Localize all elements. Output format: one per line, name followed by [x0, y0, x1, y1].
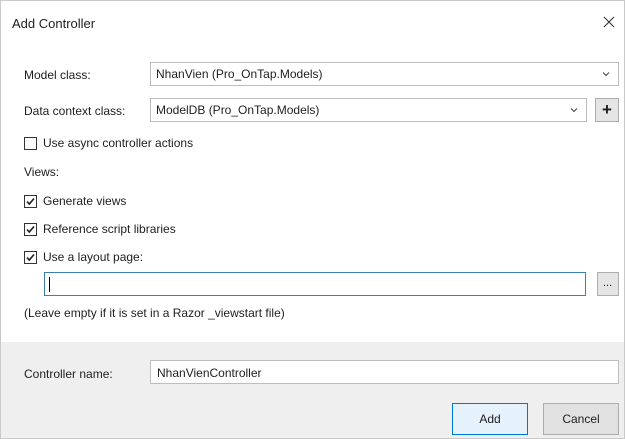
generate-views-option[interactable]: Generate views	[24, 193, 126, 209]
use-layout-label: Use a layout page:	[43, 250, 144, 264]
browse-layout-button[interactable]: ...	[597, 272, 619, 296]
cancel-button[interactable]: Cancel	[543, 403, 619, 435]
chevron-down-icon	[602, 72, 610, 77]
checkmark-icon	[26, 225, 35, 233]
model-class-select[interactable]: NhanVien (Pro_OnTap.Models)	[150, 62, 619, 86]
use-layout-option[interactable]: Use a layout page:	[24, 249, 143, 265]
checkmark-icon	[26, 253, 35, 261]
title-bar: Add Controller	[1, 1, 624, 46]
dialog-footer	[1, 342, 624, 438]
data-context-class-value: ModelDB (Pro_OnTap.Models)	[156, 103, 320, 117]
use-layout-checkbox[interactable]	[24, 250, 37, 264]
checkmark-icon	[26, 197, 35, 205]
reference-scripts-label: Reference script libraries	[43, 222, 176, 236]
controller-name-value: NhanVienController	[157, 366, 262, 380]
plus-icon: +	[602, 100, 612, 119]
use-async-checkbox[interactable]	[24, 136, 37, 150]
layout-page-input[interactable]	[44, 272, 586, 296]
layout-hint: (Leave empty if it is set in a Razor _vi…	[24, 306, 285, 320]
add-controller-dialog: Add Controller Model class: NhanVien (Pr…	[0, 0, 625, 439]
chevron-down-icon	[570, 108, 578, 113]
reference-scripts-checkbox[interactable]	[24, 222, 37, 236]
data-context-class-select[interactable]: ModelDB (Pro_OnTap.Models)	[150, 98, 587, 122]
close-button[interactable]	[594, 5, 624, 39]
controller-name-input[interactable]: NhanVienController	[150, 360, 619, 384]
controller-name-label: Controller name:	[24, 367, 113, 381]
views-heading: Views:	[24, 165, 60, 179]
use-async-label: Use async controller actions	[43, 136, 194, 150]
text-caret	[49, 277, 50, 292]
generate-views-checkbox[interactable]	[24, 194, 37, 208]
model-class-label: Model class:	[24, 68, 91, 82]
model-class-value: NhanVien (Pro_OnTap.Models)	[156, 67, 323, 81]
close-icon	[603, 16, 615, 28]
add-button[interactable]: Add	[452, 403, 528, 435]
ellipsis-icon: ...	[603, 277, 613, 289]
data-context-class-label: Data context class:	[24, 104, 126, 118]
generate-views-label: Generate views	[43, 194, 127, 208]
add-data-context-button[interactable]: +	[595, 98, 619, 122]
dialog-title: Add Controller	[12, 16, 96, 31]
reference-scripts-option[interactable]: Reference script libraries	[24, 221, 176, 237]
use-async-option[interactable]: Use async controller actions	[24, 135, 193, 151]
